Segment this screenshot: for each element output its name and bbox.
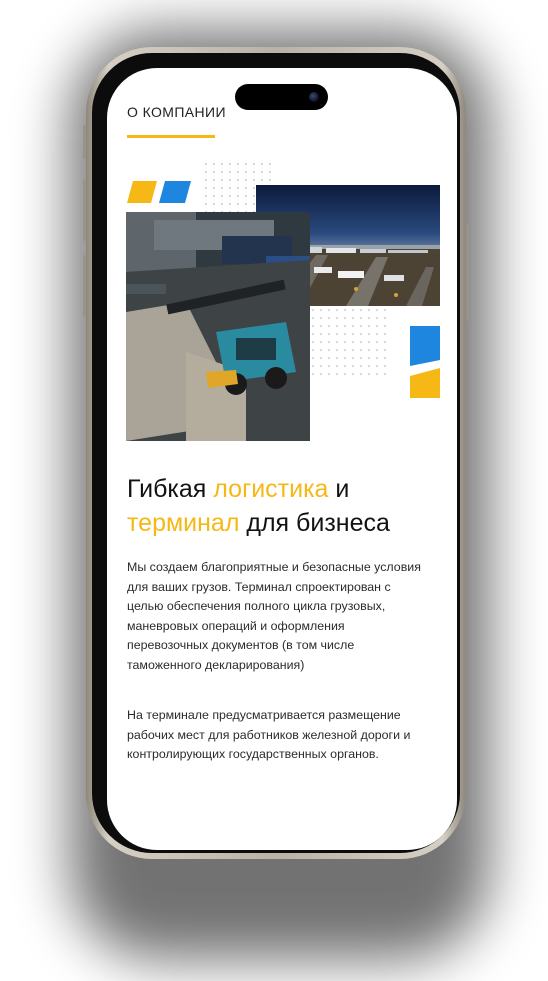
power-button [466, 225, 469, 321]
accent-yellow-block [410, 368, 440, 398]
headline: Гибкая логистика и терминал для бизнеса [127, 472, 437, 540]
headline-highlight-logistics: логистика [213, 475, 329, 503]
reach-stacker-photo [126, 212, 310, 441]
action-button [83, 125, 86, 159]
headline-highlight-terminal: терминал [127, 509, 240, 537]
headline-part2: и [328, 475, 350, 503]
headline-part1: Гибкая [127, 475, 214, 503]
volume-up-button [83, 179, 86, 241]
reach-stacker-illustration [126, 212, 310, 441]
accent-blue-block [410, 326, 440, 366]
accent-stripes-top [127, 181, 191, 203]
phone-bezel: О КОМПАНИИ Гибкая логистика и терминал д… [92, 53, 460, 853]
dot-pattern-bottom [301, 306, 391, 376]
headline-part3: для бизнеса [239, 509, 390, 537]
accent-stripes-right [410, 326, 440, 398]
dynamic-island [235, 84, 328, 110]
accent-blue-stripe [159, 181, 191, 203]
section-label: О КОМПАНИИ [127, 104, 226, 120]
phone-screen[interactable]: О КОМПАНИИ Гибкая логистика и терминал д… [107, 68, 457, 850]
section-underline [127, 135, 215, 138]
camera-icon [309, 92, 319, 102]
intro-paragraph: Мы создаем благоприятные и безопасные ус… [127, 560, 421, 672]
workplaces-paragraph: На терминале предусматривается размещени… [127, 708, 411, 762]
accent-yellow-stripe [127, 181, 157, 203]
phone-frame: О КОМПАНИИ Гибкая логистика и терминал д… [83, 47, 469, 859]
volume-down-button [83, 255, 86, 317]
